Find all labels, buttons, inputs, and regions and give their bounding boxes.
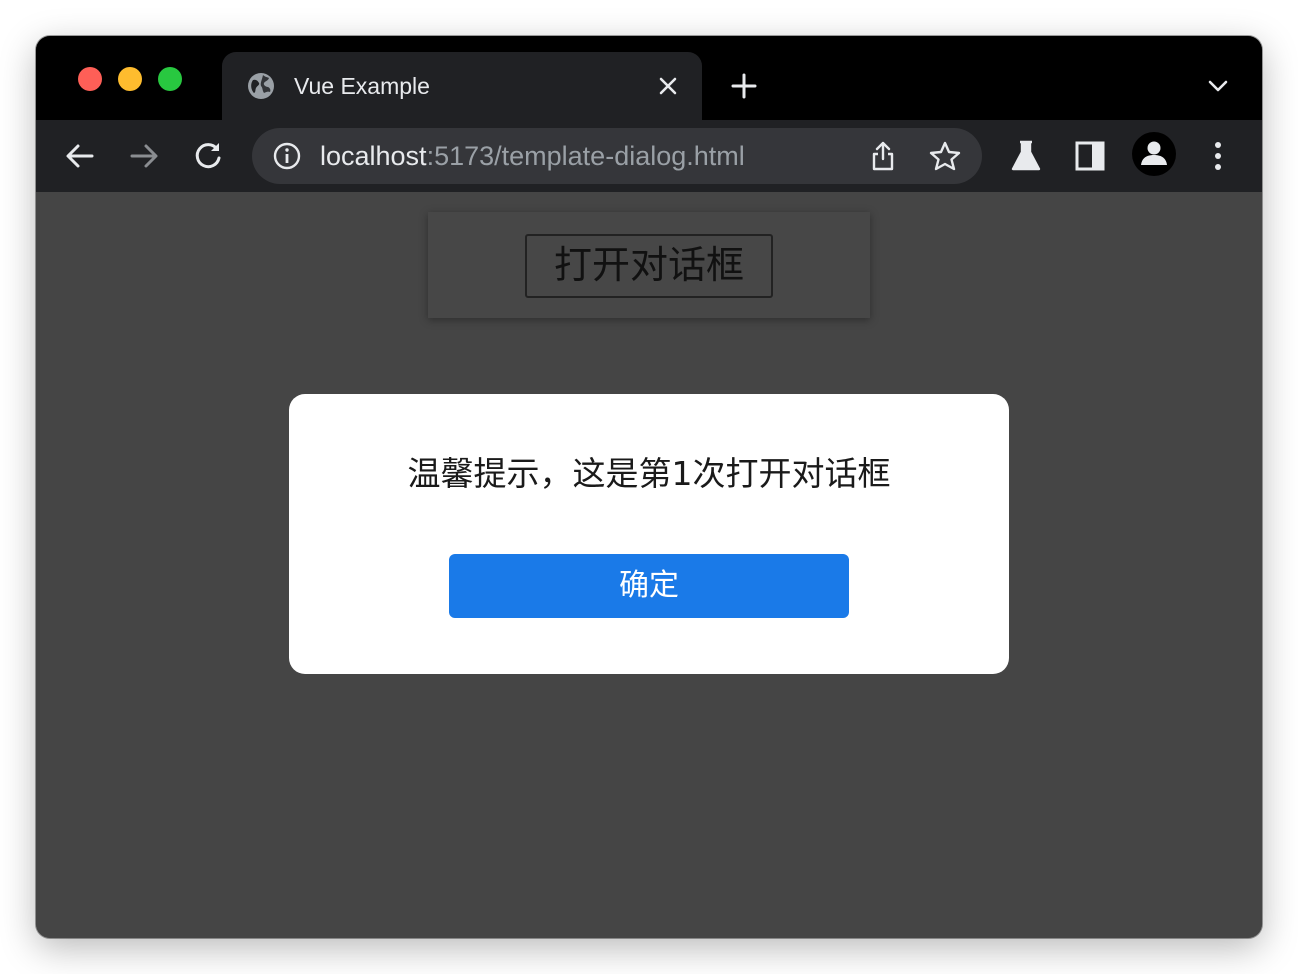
browser-window: Vue Example localhost:5173/template-dial… [36,36,1262,938]
side-panel-icon[interactable] [1072,138,1108,174]
forward-arrow-icon[interactable] [126,138,162,174]
reload-icon[interactable] [190,138,226,174]
new-tab-icon[interactable] [730,72,758,100]
close-window-button[interactable] [78,67,102,91]
labs-flask-icon[interactable] [1008,138,1044,174]
globe-icon [248,73,274,99]
address-bar[interactable]: localhost:5173/template-dialog.html [252,128,982,184]
back-arrow-icon[interactable] [62,138,98,174]
tab-strip: Vue Example [36,36,1262,120]
share-icon[interactable] [868,140,898,172]
dialog-message: 温馨提示，这是第1次打开对话框 [407,454,891,493]
tab-title: Vue Example [294,73,430,99]
dialog: 温馨提示，这是第1次打开对话框 确定 [289,394,1009,674]
bookmark-star-icon[interactable] [928,140,962,172]
profile-button[interactable] [1132,132,1176,176]
info-icon[interactable] [272,141,302,171]
address-url: localhost:5173/template-dialog.html [320,139,745,173]
minimize-window-button[interactable] [118,67,142,91]
open-dialog-button[interactable]: 打开对话框 [525,234,773,298]
confirm-button[interactable]: 确定 [449,554,849,618]
profile-icon [1141,141,1167,165]
browser-toolbar: localhost:5173/template-dialog.html [36,120,1262,192]
url-path: :5173/template-dialog.html [426,141,745,171]
maximize-window-button[interactable] [158,67,182,91]
page-content: 打开对话框 温馨提示，这是第1次打开对话框 确定 [36,192,1262,938]
chevron-down-icon[interactable] [1204,74,1232,98]
button-card: 打开对话框 [428,212,870,318]
kebab-menu-icon[interactable] [1200,138,1236,174]
url-host: localhost [320,141,427,171]
close-tab-icon[interactable] [656,74,680,98]
tab-active[interactable]: Vue Example [222,52,702,120]
